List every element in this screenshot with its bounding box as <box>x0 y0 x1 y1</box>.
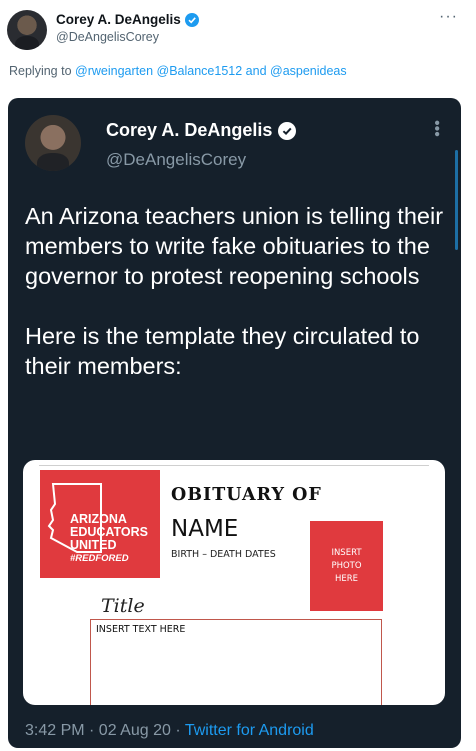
photo-placeholder-line: HERE <box>334 574 359 584</box>
tweet-paragraph: An Arizona teachers union is telling the… <box>25 203 444 289</box>
embedded-author-handle: @DeAngelisCorey <box>106 150 247 169</box>
tweet-source: Twitter for Android <box>184 722 314 739</box>
more-options-icon[interactable]: ··· <box>439 8 458 26</box>
author-name-row[interactable]: Corey A. DeAngelis <box>56 12 199 27</box>
tweet-header: Corey A. DeAngelis @DeAngelisCorey ··· <box>0 0 476 60</box>
reply-user-link[interactable]: @aspenideas <box>270 64 347 78</box>
obituary-dates: BIRTH – DEATH DATES <box>171 549 276 560</box>
avatar[interactable] <box>7 10 47 50</box>
reply-user-link[interactable]: @Balance1512 <box>157 64 243 78</box>
embedded-tweet-screenshot[interactable]: Corey A. DeAngelis @DeAngelisCorey ••• A… <box>8 98 461 748</box>
embedded-author-name: Corey A. DeAngelis <box>106 120 273 140</box>
tweet-metadata: 3:42 PM · 02 Aug 20 · Twitter for Androi… <box>25 722 314 740</box>
reply-user-link[interactable]: @rweingarten <box>75 64 153 78</box>
verified-badge-icon <box>278 121 297 140</box>
photo-placeholder-line: PHOTO <box>331 561 362 571</box>
obituary-subtitle: Title <box>101 595 145 617</box>
photo-placeholder-line: INSERT <box>331 548 362 558</box>
reply-and: and <box>242 64 270 78</box>
tweet-text: An Arizona teachers union is telling the… <box>25 201 455 381</box>
logo-line: UNITED <box>70 538 117 552</box>
more-options-icon: ••• <box>428 120 445 137</box>
obituary-template-image: ARIZONA EDUCATORS UNITED #REDFORED OBITU… <box>23 460 445 705</box>
verified-badge-icon <box>184 12 199 27</box>
logo-hashtag: #REDFORED <box>70 553 129 564</box>
replying-to: Replying to @rweingarten @Balance1512 an… <box>9 64 347 78</box>
tweet-paragraph: Here is the template they circulated to … <box>25 323 420 379</box>
embedded-author-name-row: Corey A. DeAngelis <box>106 120 297 141</box>
divider <box>39 465 429 466</box>
text-placeholder-box: INSERT TEXT HERE <box>90 619 382 705</box>
obituary-title: OBITUARY OF <box>171 485 322 505</box>
tweet-timestamp: 3:42 PM · 02 Aug 20 · <box>25 722 185 739</box>
union-logo-text: ARIZONA EDUCATORS UNITED #REDFORED <box>70 513 148 565</box>
embedded-avatar <box>25 115 81 171</box>
text-placeholder: INSERT TEXT HERE <box>96 624 186 635</box>
author-handle[interactable]: @DeAngelisCorey <box>56 30 159 44</box>
scrollbar <box>455 150 458 250</box>
photo-placeholder: INSERT PHOTO HERE <box>310 521 383 611</box>
replying-prefix: Replying to <box>9 64 76 78</box>
author-name[interactable]: Corey A. DeAngelis <box>56 12 181 27</box>
union-logo: ARIZONA EDUCATORS UNITED #REDFORED <box>40 470 160 578</box>
obituary-name: NAME <box>171 516 239 542</box>
